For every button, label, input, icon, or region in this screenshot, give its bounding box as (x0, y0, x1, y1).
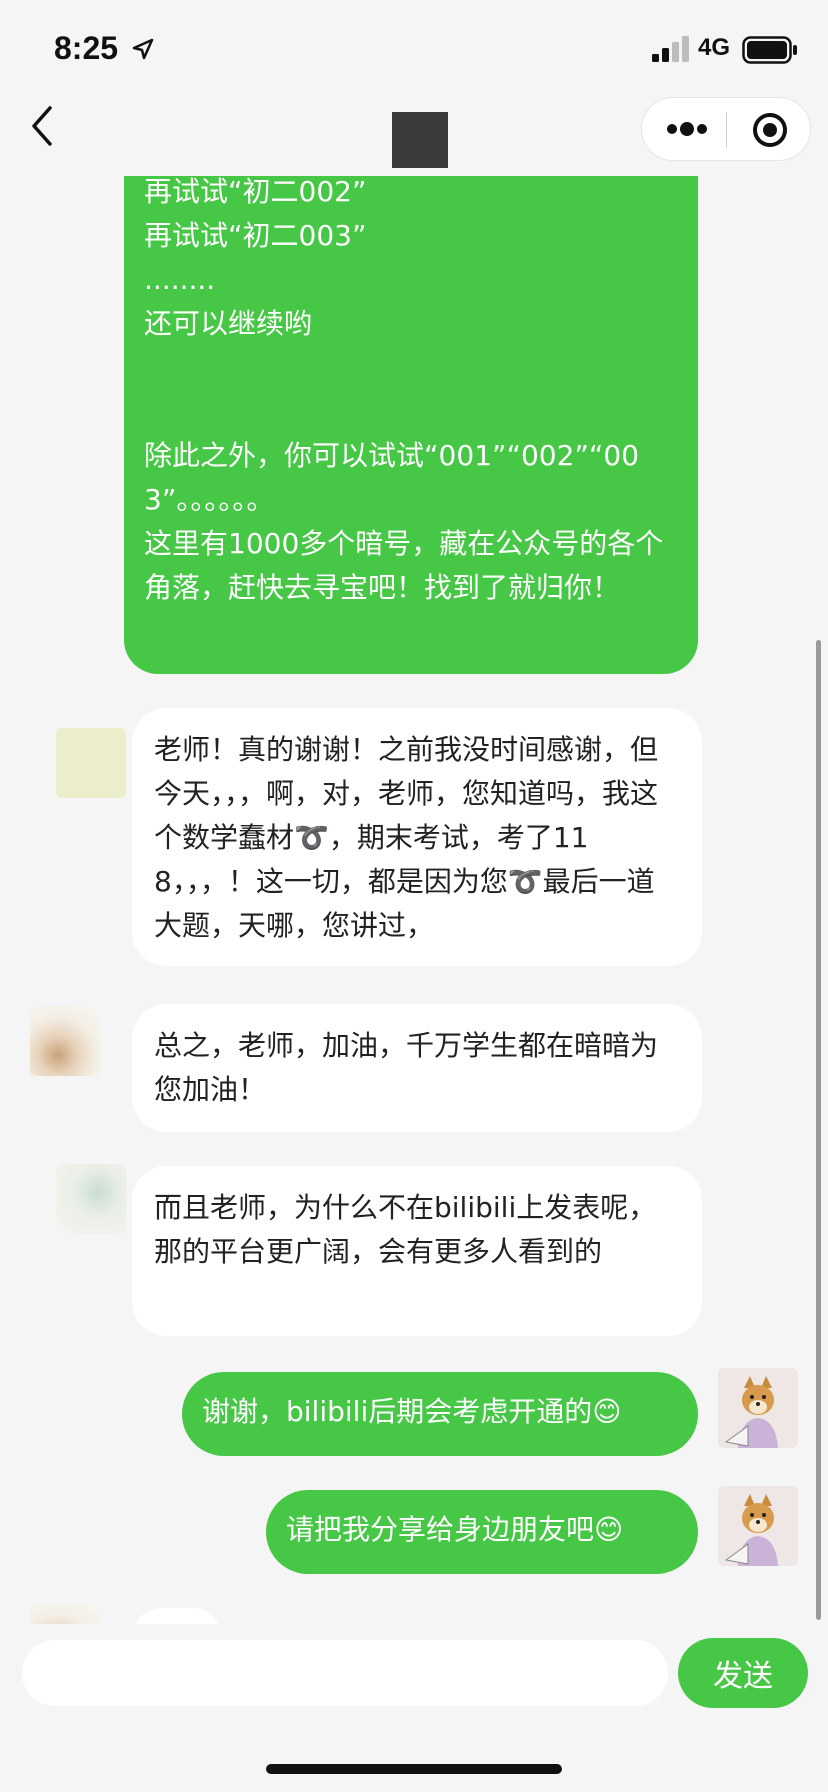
message-bubble-sent[interactable]: 再试试“初二002” 再试试“初二003” ........ 还可以继续哟 除此… (124, 176, 698, 674)
status-time: 8:25 (54, 30, 119, 66)
message-bubble-received[interactable]: 老师！真的谢谢！之前我没时间感谢，但今天，，，啊，对，老师，您知道吗，我这个数学… (132, 708, 702, 966)
my-avatar[interactable] (718, 1368, 798, 1448)
contact-avatar[interactable] (30, 1006, 100, 1076)
contact-avatar[interactable] (56, 1164, 126, 1234)
message-bubble-received[interactable] (132, 1608, 222, 1624)
message-bubble-sent[interactable]: 谢谢，bilibili后期会考虑开通的😊 (182, 1372, 698, 1456)
back-button[interactable] (22, 102, 62, 150)
target-circle-icon[interactable] (750, 110, 790, 150)
home-indicator[interactable] (266, 1764, 562, 1774)
contact-avatar[interactable] (30, 1604, 100, 1624)
contact-avatar[interactable] (56, 728, 126, 798)
message-list[interactable]: 再试试“初二002” 再试试“初二003” ........ 还可以继续哟 除此… (0, 176, 828, 1624)
miniprogram-capsule (641, 97, 811, 161)
chat-screen: 8:25 4G 再试试“初二002” 再试试“初二003” ........ 还… (0, 0, 828, 1792)
chat-title-avatar (392, 112, 448, 168)
more-dots-icon[interactable] (662, 112, 712, 146)
my-avatar[interactable] (718, 1486, 798, 1566)
network-label: 4G (698, 34, 731, 61)
message-bubble-sent[interactable]: 请把我分享给身边朋友吧😊 (266, 1490, 698, 1574)
location-arrow-icon (132, 38, 154, 60)
shiba-dog-avatar-icon (718, 1486, 798, 1566)
signal-icon (652, 36, 689, 62)
capsule-divider (726, 112, 727, 148)
shiba-dog-avatar-icon (718, 1368, 798, 1448)
chat-scrollbar[interactable] (816, 640, 821, 1620)
message-bubble-received[interactable]: 而且老师，为什么不在bilibili上发表呢，那的平台更广阔，会有更多人看到的 (132, 1166, 702, 1336)
battery-icon (742, 36, 797, 64)
send-button[interactable]: 发送 (678, 1638, 808, 1708)
message-input[interactable] (22, 1640, 668, 1706)
message-bubble-received[interactable]: 总之，老师，加油，千万学生都在暗暗为您加油！ (132, 1004, 702, 1132)
